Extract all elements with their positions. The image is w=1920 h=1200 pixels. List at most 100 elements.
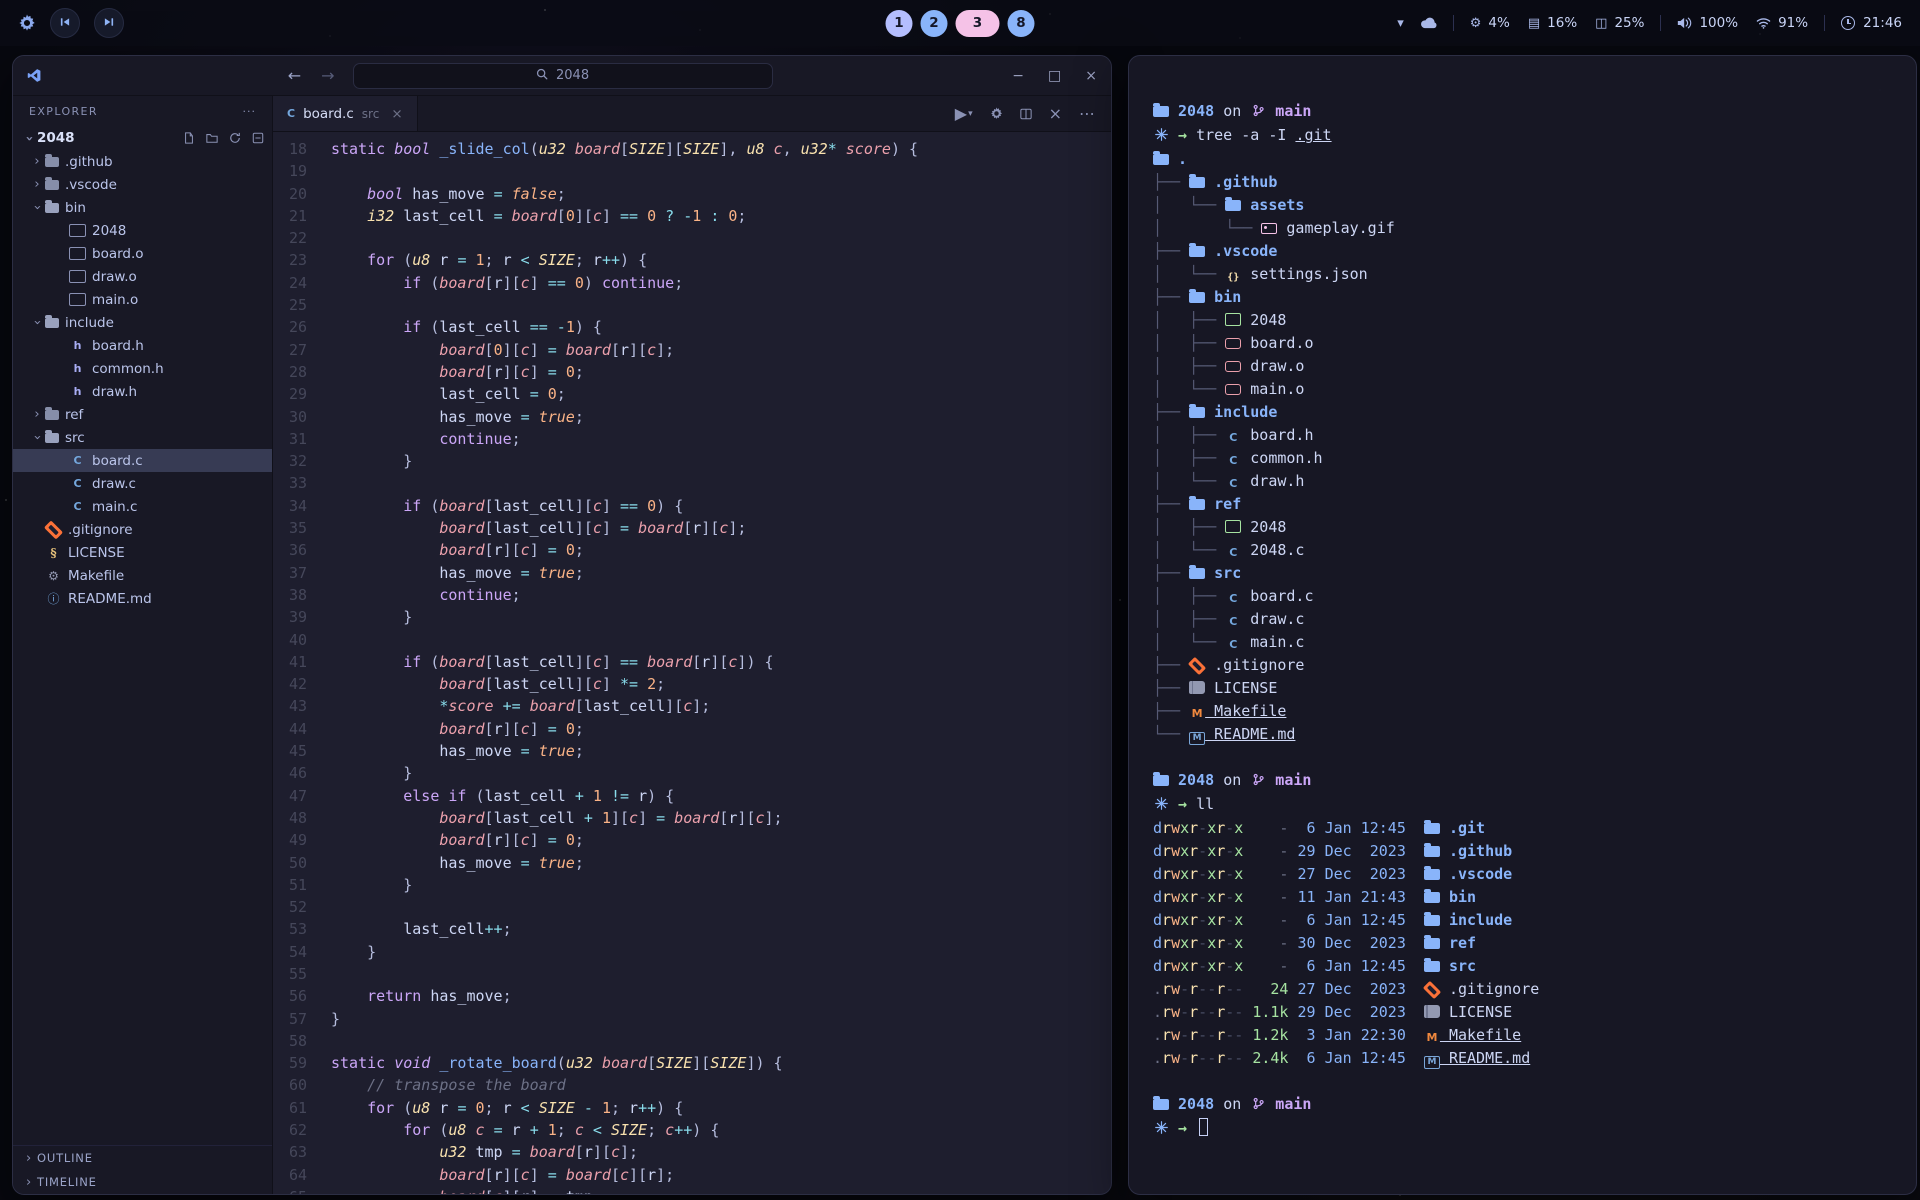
close-button[interactable]: × — [1085, 68, 1097, 84]
code-line-43[interactable]: 43 *score += board[last_cell][c]; — [273, 695, 1111, 717]
explorer-item-main.o[interactable]: main.o — [13, 288, 272, 311]
settings-gear-icon[interactable] — [990, 107, 1003, 120]
split-editor-icon[interactable] — [1020, 108, 1032, 120]
explorer-item-bin[interactable]: ›bin — [13, 196, 272, 219]
run-button[interactable]: ▶▾ — [955, 104, 973, 123]
code-line-34[interactable]: 34 if (board[last_cell][c] == 0) { — [273, 495, 1111, 517]
outline-section[interactable]: › OUTLINE — [13, 1146, 272, 1170]
code-line-64[interactable]: 64 board[r][c] = board[c][r]; — [273, 1164, 1111, 1186]
explorer-item-ref[interactable]: ›ref — [13, 403, 272, 426]
weather-cloud-icon[interactable] — [1420, 17, 1437, 29]
code-line-60[interactable]: 60 // transpose the board — [273, 1074, 1111, 1096]
code-line-35[interactable]: 35 board[last_cell][c] = board[r][c]; — [273, 517, 1111, 539]
explorer-more-icon[interactable]: ··· — [243, 105, 257, 118]
code-line-51[interactable]: 51 } — [273, 874, 1111, 896]
code-line-54[interactable]: 54 } — [273, 941, 1111, 963]
code-line-41[interactable]: 41 if (board[last_cell][c] == board[r][c… — [273, 651, 1111, 673]
code-line-48[interactable]: 48 board[last_cell + 1][c] = board[r][c]… — [273, 807, 1111, 829]
code-line-20[interactable]: 20 bool has_move = false; — [273, 183, 1111, 205]
code-line-29[interactable]: 29 last_cell = 0; — [273, 383, 1111, 405]
maximize-button[interactable]: □ — [1048, 68, 1061, 84]
new-folder-icon[interactable] — [206, 132, 218, 144]
code-line-28[interactable]: 28 board[r][c] = 0; — [273, 361, 1111, 383]
code-line-36[interactable]: 36 board[r][c] = 0; — [273, 539, 1111, 561]
explorer-item-common.h[interactable]: hcommon.h — [13, 357, 272, 380]
explorer-item-.vscode[interactable]: ›.vscode — [13, 173, 272, 196]
code-line-61[interactable]: 61 for (u8 r = 0; r < SIZE - 1; r++) { — [273, 1097, 1111, 1119]
explorer-item-2048[interactable]: 2048 — [13, 219, 272, 242]
close-editor-icon[interactable]: × — [1049, 104, 1062, 123]
explorer-item-README.md[interactable]: ⓘREADME.md — [13, 587, 272, 610]
launcher-gear-icon[interactable] — [18, 14, 36, 32]
code-line-65[interactable]: 65 board[c][r] = tmp; — [273, 1186, 1111, 1194]
explorer-item-draw.h[interactable]: hdraw.h — [13, 380, 272, 403]
more-actions-icon[interactable]: ⋯ — [1079, 104, 1095, 123]
code-line-24[interactable]: 24 if (board[r][c] == 0) continue; — [273, 272, 1111, 294]
code-line-33[interactable]: 33 — [273, 472, 1111, 494]
code-line-31[interactable]: 31 continue; — [273, 428, 1111, 450]
tab-close-icon[interactable]: × — [391, 106, 402, 122]
tab-board-c[interactable]: C board.c src × — [273, 96, 418, 131]
explorer-item-.gitignore[interactable]: .gitignore — [13, 518, 272, 541]
code-line-56[interactable]: 56 return has_move; — [273, 985, 1111, 1007]
code-line-38[interactable]: 38 continue; — [273, 584, 1111, 606]
nav-forward-icon[interactable]: → — [321, 66, 334, 85]
code-line-50[interactable]: 50 has_move = true; — [273, 852, 1111, 874]
explorer-item-draw.o[interactable]: draw.o — [13, 265, 272, 288]
workspace-2[interactable]: 2 — [921, 10, 948, 37]
explorer-item-include[interactable]: ›include — [13, 311, 272, 334]
code-area[interactable]: 18static bool _slide_col(u32 board[SIZE]… — [273, 132, 1111, 1194]
code-line-49[interactable]: 49 board[r][c] = 0; — [273, 829, 1111, 851]
explorer-item-board.c[interactable]: Cboard.c — [13, 449, 272, 472]
explorer-item-Makefile[interactable]: ⚙Makefile — [13, 564, 272, 587]
explorer-item-src[interactable]: ›src — [13, 426, 272, 449]
new-file-icon[interactable] — [183, 132, 195, 144]
code-line-47[interactable]: 47 else if (last_cell + 1 != r) { — [273, 785, 1111, 807]
explorer-root-folder[interactable]: › 2048 — [13, 126, 272, 150]
code-line-63[interactable]: 63 u32 tmp = board[r][c]; — [273, 1141, 1111, 1163]
code-line-55[interactable]: 55 — [273, 963, 1111, 985]
code-line-44[interactable]: 44 board[r][c] = 0; — [273, 718, 1111, 740]
code-line-45[interactable]: 45 has_move = true; — [273, 740, 1111, 762]
timeline-section[interactable]: › TIMELINE — [13, 1170, 272, 1194]
collapse-all-icon[interactable] — [252, 132, 264, 144]
command-center-search[interactable]: 2048 — [353, 63, 773, 89]
explorer-item-main.c[interactable]: Cmain.c — [13, 495, 272, 518]
explorer-item-board.o[interactable]: board.o — [13, 242, 272, 265]
code-line-37[interactable]: 37 has_move = true; — [273, 562, 1111, 584]
code-line-30[interactable]: 30 has_move = true; — [273, 406, 1111, 428]
code-line-58[interactable]: 58 — [273, 1030, 1111, 1052]
code-line-57[interactable]: 57} — [273, 1008, 1111, 1030]
code-line-59[interactable]: 59static void _rotate_board(u32 board[SI… — [273, 1052, 1111, 1074]
workspace-3-active[interactable]: 3 — [956, 10, 1000, 37]
refresh-icon[interactable] — [229, 132, 241, 144]
media-prev-button[interactable] — [50, 8, 80, 38]
code-line-22[interactable]: 22 — [273, 227, 1111, 249]
code-line-19[interactable]: 19 — [273, 160, 1111, 182]
minimize-button[interactable]: − — [1012, 68, 1024, 84]
explorer-item-.github[interactable]: ›.github — [13, 150, 272, 173]
code-line-46[interactable]: 46 } — [273, 762, 1111, 784]
code-line-40[interactable]: 40 — [273, 629, 1111, 651]
code-line-26[interactable]: 26 if (last_cell == -1) { — [273, 316, 1111, 338]
vscode-titlebar[interactable]: ← → 2048 − □ × — [13, 56, 1111, 96]
terminal-window[interactable]: 2048 on main → tree -a -I .git .├── .git… — [1128, 55, 1917, 1195]
explorer-item-LICENSE[interactable]: §LICENSE — [13, 541, 272, 564]
media-next-button[interactable] — [94, 8, 124, 38]
code-line-32[interactable]: 32 } — [273, 450, 1111, 472]
code-line-27[interactable]: 27 board[0][c] = board[r][c]; — [273, 339, 1111, 361]
code-line-21[interactable]: 21 i32 last_cell = board[0][c] == 0 ? -1… — [273, 205, 1111, 227]
code-line-18[interactable]: 18static bool _slide_col(u32 board[SIZE]… — [273, 138, 1111, 160]
explorer-item-board.h[interactable]: hboard.h — [13, 334, 272, 357]
code-line-42[interactable]: 42 board[last_cell][c] *= 2; — [273, 673, 1111, 695]
code-line-23[interactable]: 23 for (u8 r = 1; r < SIZE; r++) { — [273, 249, 1111, 271]
code-line-52[interactable]: 52 — [273, 896, 1111, 918]
code-line-39[interactable]: 39 } — [273, 606, 1111, 628]
explorer-item-draw.c[interactable]: Cdraw.c — [13, 472, 272, 495]
code-line-62[interactable]: 62 for (u8 c = r + 1; c < SIZE; c++) { — [273, 1119, 1111, 1141]
nav-back-icon[interactable]: ← — [288, 66, 301, 85]
workspace-1[interactable]: 1 — [886, 10, 913, 37]
tray-chevron-icon[interactable]: ▾ — [1397, 17, 1404, 30]
code-line-53[interactable]: 53 last_cell++; — [273, 918, 1111, 940]
code-line-25[interactable]: 25 — [273, 294, 1111, 316]
